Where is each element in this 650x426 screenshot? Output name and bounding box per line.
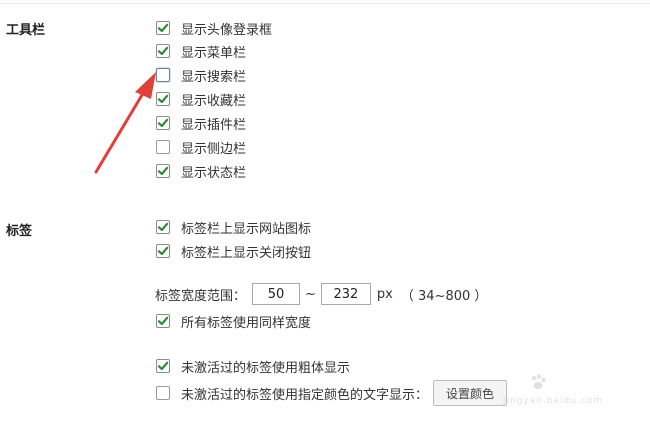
unit-label: px: [376, 286, 393, 302]
option-label: 显示插件栏: [181, 117, 247, 133]
tabs-option-inactive-color[interactable]: 未激活过的标签使用指定颜色的文字显示： 设置颜色: [156, 380, 508, 406]
toolbar-option-sidebar[interactable]: 显示侧边栏: [156, 137, 246, 157]
toolbar-option-plugin-bar[interactable]: 显示插件栏: [156, 113, 246, 133]
checkmark-icon: [157, 94, 169, 104]
watermark-url: jingyan.baidu.com: [503, 396, 604, 406]
option-label: 未激活过的标签使用粗体显示: [181, 360, 351, 376]
checkbox[interactable]: [156, 164, 170, 178]
checkbox[interactable]: [156, 116, 170, 130]
tabs-option-close-button[interactable]: 标签栏上显示关闭按钮: [156, 241, 311, 261]
option-label: 显示菜单栏: [181, 45, 247, 61]
checkbox[interactable]: [156, 44, 170, 58]
toolbar-option-favorites-bar[interactable]: 显示收藏栏: [156, 89, 246, 109]
option-label: 显示搜索栏: [181, 69, 247, 85]
option-label: 未激活过的标签使用指定颜色的文字显示：: [181, 387, 429, 403]
checkbox[interactable]: [156, 359, 170, 373]
checkbox[interactable]: [156, 92, 170, 106]
checkbox[interactable]: [156, 314, 170, 328]
checkbox[interactable]: [156, 68, 170, 82]
tab-width-min-input[interactable]: [252, 283, 301, 305]
option-label: 标签栏上显示网站图标: [181, 221, 312, 237]
baidu-watermark-logo: jingyan.baidu.com: [499, 371, 641, 411]
option-label: 显示收藏栏: [181, 93, 247, 109]
toolbar-option-status-bar[interactable]: 显示状态栏: [156, 161, 246, 181]
checkmark-icon: [157, 361, 169, 371]
checkmark-icon: [157, 316, 169, 326]
toolbar-option-menu-bar[interactable]: 显示菜单栏: [156, 41, 246, 61]
tabs-option-inactive-bold[interactable]: 未激活过的标签使用粗体显示: [156, 356, 350, 376]
toolbar-option-avatar-login[interactable]: 显示头像登录框: [156, 18, 272, 38]
option-label: 显示侧边栏: [181, 141, 247, 157]
checkmark-icon: [157, 118, 169, 128]
tab-width-range-label: 标签宽度范围：: [155, 288, 247, 304]
top-divider: [0, 3, 650, 4]
checkbox[interactable]: [156, 244, 170, 258]
toolbar-option-search-bar[interactable]: 显示搜索栏: [156, 65, 246, 85]
option-label: 显示头像登录框: [181, 22, 273, 38]
range-separator: ~: [305, 286, 316, 302]
checkbox[interactable]: [156, 386, 170, 400]
checkbox[interactable]: [156, 140, 170, 154]
tabs-option-same-width[interactable]: 所有标签使用同样宽度: [156, 311, 311, 331]
option-label: 显示状态栏: [181, 165, 247, 181]
tab-width-range-row: 标签宽度范围： ~ px （ 34~800 ）: [155, 282, 487, 306]
paw-icon: [532, 374, 546, 389]
toolbar-section-label: 工具栏: [6, 23, 46, 38]
checkmark-icon: [157, 166, 169, 176]
checkmark-icon: [157, 246, 169, 256]
checkbox[interactable]: [156, 220, 170, 234]
tab-width-max-input[interactable]: [320, 283, 371, 305]
allowed-range-hint: （ 34~800 ）: [400, 288, 488, 304]
option-label: 所有标签使用同样宽度: [181, 315, 312, 331]
checkbox[interactable]: [156, 21, 170, 35]
option-label: 标签栏上显示关闭按钮: [181, 245, 312, 261]
checkmark-icon: [157, 23, 169, 33]
checkmark-icon: [157, 46, 169, 56]
set-color-button[interactable]: 设置颜色: [433, 380, 508, 406]
tabs-option-site-icon[interactable]: 标签栏上显示网站图标: [156, 217, 311, 237]
checkmark-icon: [157, 222, 169, 232]
tabs-section-label: 标签: [6, 224, 33, 239]
